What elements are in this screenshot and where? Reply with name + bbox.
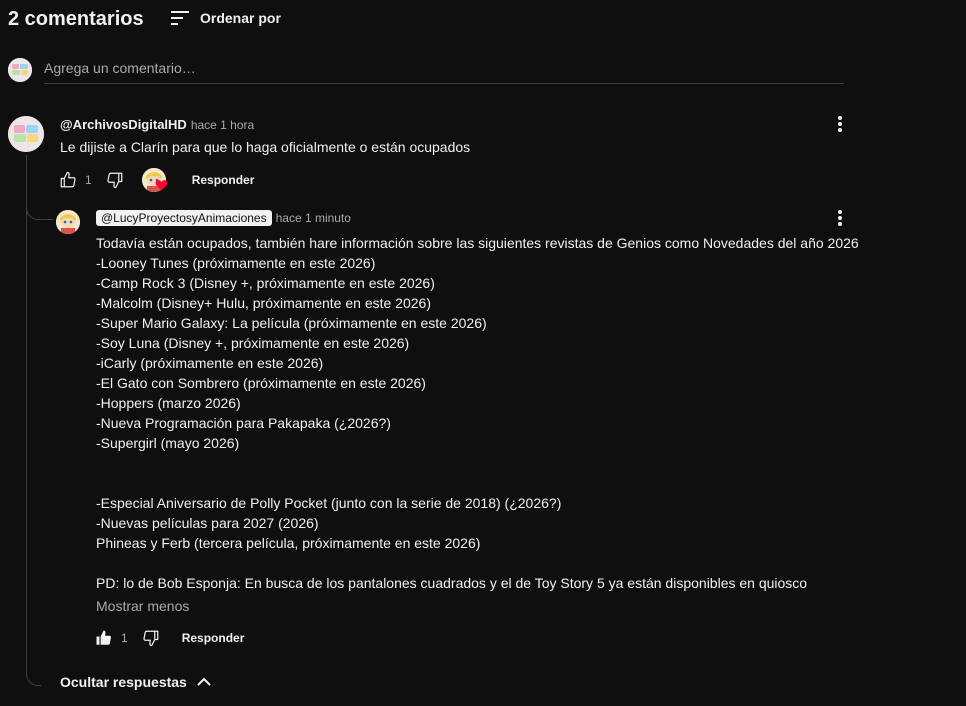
comment-actions: 1 Responder <box>59 168 255 192</box>
show-less-button[interactable]: Mostrar menos <box>96 598 189 614</box>
reply-text-line: -El Gato con Sombrero (próximamente en e… <box>96 375 426 391</box>
sort-label: Ordenar por <box>200 10 281 26</box>
comment-like-count: 1 <box>85 173 92 187</box>
reply-reply-button[interactable]: Responder <box>182 631 245 645</box>
reply-text-line: PD: lo de Bob Esponja: En busca de los p… <box>96 575 808 591</box>
reply-actions: 1 Responder <box>95 628 244 648</box>
more-vert-icon <box>838 210 842 226</box>
reply-text-line: -Nuevas películas para 2027 (2026) <box>96 515 319 531</box>
thumb-up-filled-icon[interactable] <box>95 629 113 647</box>
hide-replies-button[interactable]: Ocultar respuestas <box>60 674 211 690</box>
reply-text-line: -Camp Rock 3 (Disney +, próximamente en … <box>96 275 435 291</box>
hide-replies-label: Ocultar respuestas <box>60 674 187 690</box>
comments-count: 2 comentarios <box>8 8 144 30</box>
comment-reply-button[interactable]: Responder <box>192 173 255 187</box>
comment-text: Le dijiste a Clarín para que lo haga ofi… <box>60 139 471 155</box>
comment-author-avatar[interactable] <box>8 116 44 152</box>
reply-header: @LucyProyectosyAnimaciones hace 1 minuto <box>96 210 351 226</box>
reply-author-avatar[interactable] <box>56 210 80 234</box>
chevron-up-icon <box>197 677 211 686</box>
reply-text-line: -Soy Luna (Disney +, próximamente en est… <box>96 335 410 351</box>
thumb-down-icon[interactable] <box>142 629 160 647</box>
reply-text-line: -Super Mario Galaxy: La película (próxim… <box>96 315 487 331</box>
reply-time[interactable]: hace 1 minuto <box>276 211 351 225</box>
thread-connector <box>26 155 41 686</box>
thumb-down-icon[interactable] <box>106 171 124 189</box>
add-comment-placeholder: Agrega un comentario… <box>44 60 196 76</box>
current-user-avatar <box>8 58 32 82</box>
reply-like-count: 1 <box>121 631 128 645</box>
comment-time[interactable]: hace 1 hora <box>191 118 254 132</box>
more-vert-icon <box>838 116 842 132</box>
reply-text-line: Todavía están ocupados, también hare inf… <box>96 235 859 251</box>
reply-branch-connector <box>26 205 53 220</box>
reply-text: Todavía están ocupados, también hare inf… <box>96 233 859 593</box>
reply-text-line <box>96 453 859 473</box>
thumb-up-icon[interactable] <box>59 171 77 189</box>
reply-text-line: -Especial Aniversario de Polly Pocket (j… <box>96 495 562 511</box>
reply-text-line: -Looney Tunes (próximamente en este 2026… <box>96 255 376 271</box>
reply-text-line: -Supergirl (mayo 2026) <box>96 435 240 451</box>
reply-text-line: -iCarly (próximamente en este 2026) <box>96 355 324 371</box>
reply-menu-button[interactable] <box>828 206 852 230</box>
comment-menu-button[interactable] <box>828 112 852 136</box>
comment-header: @ArchivosDigitalHD hace 1 hora <box>60 117 254 132</box>
creator-heart <box>141 168 168 192</box>
add-comment-input[interactable]: Agrega un comentario… <box>44 58 844 84</box>
reply-author[interactable]: @LucyProyectosyAnimaciones <box>96 210 272 226</box>
sort-button[interactable]: Ordenar por <box>170 8 281 28</box>
reply-text-line: -Nueva Programación para Pakapaka (¿2026… <box>96 415 391 431</box>
creator-heart-icon <box>155 180 168 191</box>
comment-author[interactable]: @ArchivosDigitalHD <box>60 117 187 132</box>
sort-icon <box>171 11 189 25</box>
reply-text-line <box>96 553 859 573</box>
reply-text-line: Phineas y Ferb (tercera película, próxim… <box>96 535 481 551</box>
reply-text-line <box>96 473 859 493</box>
reply-text-line: -Hoppers (marzo 2026) <box>96 395 241 411</box>
reply-text-line: -Malcolm (Disney+ Hulu, próximamente en … <box>96 295 431 311</box>
